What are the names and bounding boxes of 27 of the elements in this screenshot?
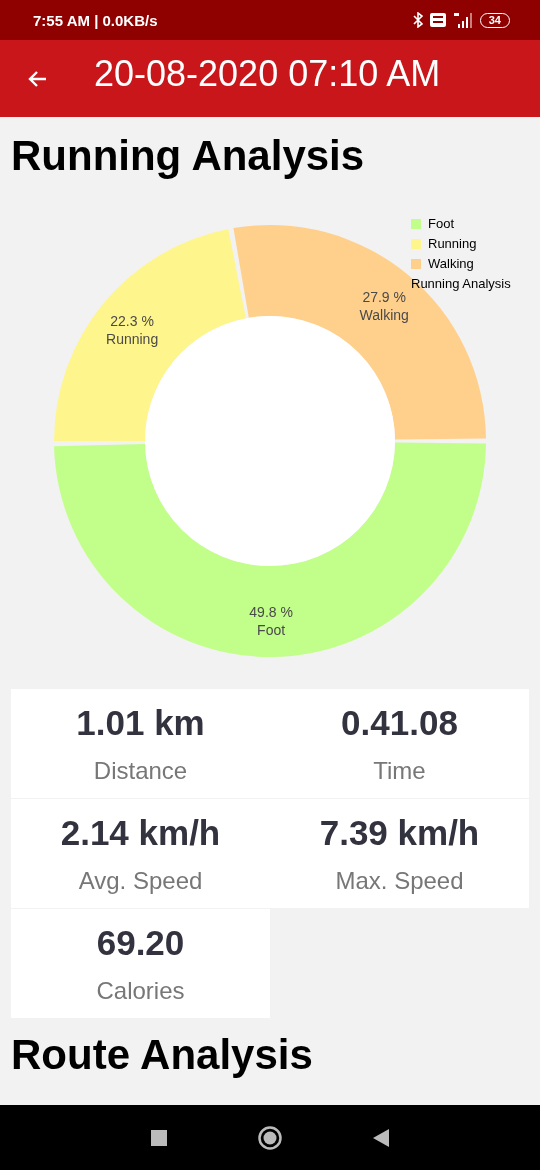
stat-value: 7.39 km/h [319, 812, 480, 853]
app-bar-title: 20-08-2020 07:10 AM [94, 52, 441, 95]
stat-value: 2.14 km/h [60, 812, 221, 853]
section-heading: Running Analysis [11, 131, 366, 181]
signal-icon [451, 12, 474, 28]
stat-value: 69.20 [96, 922, 185, 963]
legend-title: Running Analysis [411, 276, 511, 291]
legend-label: Walking [428, 256, 474, 271]
legend-label: Foot [428, 216, 454, 231]
stat-value: 0.41.08 [341, 702, 458, 743]
data-label: 27.9 % Walking [359, 288, 409, 323]
home-icon[interactable] [257, 1124, 283, 1151]
volte-icon [429, 13, 446, 27]
recents-icon[interactable] [151, 1129, 167, 1146]
data-label: 22.3 % Running [106, 312, 159, 347]
stat-label: Time [373, 756, 426, 785]
stat-label: Max. Speed [335, 866, 464, 895]
stat-label: Avg. Speed [78, 866, 203, 895]
status-time: 7:55 AM | 0.0KB/s [33, 11, 158, 29]
back-icon[interactable] [373, 1128, 389, 1147]
section-heading: Route Analysis [11, 1030, 314, 1080]
stat-label: Distance [93, 756, 188, 785]
stat-label: Calories [96, 976, 185, 1005]
legend-label: Running [428, 236, 477, 251]
data-label: 49.8 % Foot [249, 604, 293, 639]
stat-value: 1.01 km [76, 702, 205, 743]
bluetooth-icon [412, 12, 424, 28]
